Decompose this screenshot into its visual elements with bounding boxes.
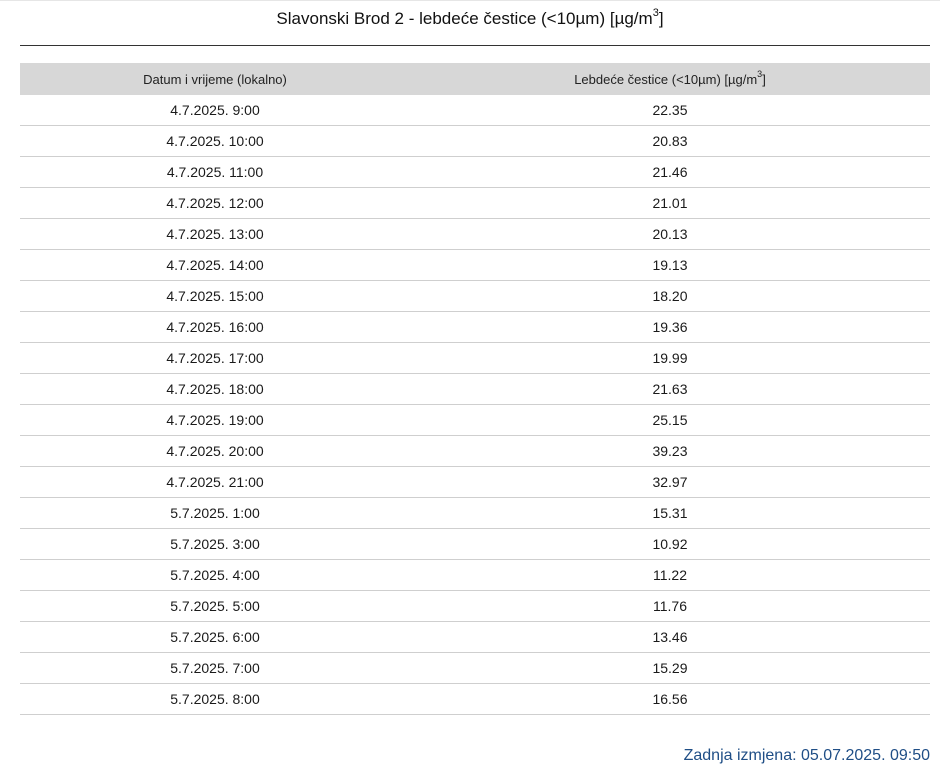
cell-time: 5.7.2025. 1:00	[20, 497, 410, 529]
column-header-value-text: Lebdeće čestice (<10µm) [µg/m	[574, 71, 758, 87]
cell-time: 4.7.2025. 10:00	[20, 125, 410, 157]
table-row: 4.7.2025. 18:00 21.63	[20, 373, 930, 405]
table-header-row: Datum i vrijeme (lokalno) Lebdeće čestic…	[20, 63, 930, 95]
cell-time: 5.7.2025. 4:00	[20, 559, 410, 591]
top-border	[0, 0, 940, 1]
column-header-time: Datum i vrijeme (lokalno)	[20, 63, 410, 95]
table-row: 4.7.2025. 16:00 19.36	[20, 311, 930, 343]
cell-time: 4.7.2025. 18:00	[20, 373, 410, 405]
cell-value: 13.46	[410, 621, 930, 653]
cell-time: 4.7.2025. 16:00	[20, 311, 410, 343]
column-header-value: Lebdeće čestice (<10µm) [µg/m3]	[410, 63, 930, 95]
table-row: 4.7.2025. 11:00 21.46	[20, 156, 930, 188]
cell-value: 25.15	[410, 404, 930, 436]
table-row: 4.7.2025. 10:00 20.83	[20, 125, 930, 157]
cell-time: 4.7.2025. 13:00	[20, 218, 410, 250]
cell-time: 4.7.2025. 17:00	[20, 342, 410, 374]
cell-value: 22.35	[410, 95, 930, 126]
table-row: 4.7.2025. 20:00 39.23	[20, 435, 930, 467]
table-row: 4.7.2025. 13:00 20.13	[20, 218, 930, 250]
cell-time: 4.7.2025. 15:00	[20, 280, 410, 312]
last-modified-label: Zadnja izmjena: 05.07.2025. 09:50	[683, 747, 930, 764]
cell-value: 11.22	[410, 559, 930, 591]
table-row: 5.7.2025. 5:00 11.76	[20, 590, 930, 622]
cell-value: 19.99	[410, 342, 930, 374]
table-row: 5.7.2025. 8:00 16.56	[20, 683, 930, 715]
title-divider	[20, 45, 930, 46]
cell-time: 5.7.2025. 6:00	[20, 621, 410, 653]
table-row: 5.7.2025. 6:00 13.46	[20, 621, 930, 653]
cell-time: 4.7.2025. 9:00	[20, 95, 410, 126]
cell-time: 4.7.2025. 21:00	[20, 466, 410, 498]
table-row: 5.7.2025. 4:00 11.22	[20, 559, 930, 591]
table-body: 4.7.2025. 9:00 22.35 4.7.2025. 10:00 20.83 4…	[20, 95, 930, 715]
cell-value: 32.97	[410, 466, 930, 498]
table-row: 4.7.2025. 12:00 21.01	[20, 187, 930, 219]
cell-value: 11.76	[410, 590, 930, 622]
cell-value: 16.56	[410, 683, 930, 715]
page-title-sup: 3	[652, 7, 659, 20]
table-row: 4.7.2025. 19:00 25.15	[20, 404, 930, 436]
cell-value: 15.31	[410, 497, 930, 529]
column-header-value-sup: 3	[757, 69, 763, 80]
cell-time: 4.7.2025. 19:00	[20, 404, 410, 436]
cell-value: 21.63	[410, 373, 930, 405]
cell-time: 5.7.2025. 8:00	[20, 683, 410, 715]
cell-time: 4.7.2025. 14:00	[20, 249, 410, 281]
page-title-text: Slavonski Brod 2 - lebdeće čestice (<10µ…	[276, 9, 653, 28]
cell-time: 4.7.2025. 20:00	[20, 435, 410, 467]
table-row: 4.7.2025. 15:00 18.20	[20, 280, 930, 312]
table-row: 5.7.2025. 7:00 15.29	[20, 652, 930, 684]
cell-time: 5.7.2025. 7:00	[20, 652, 410, 684]
cell-value: 15.29	[410, 652, 930, 684]
cell-value: 21.01	[410, 187, 930, 219]
table-row: 5.7.2025. 3:00 10.92	[20, 528, 930, 560]
cell-time: 4.7.2025. 12:00	[20, 187, 410, 219]
cell-value: 18.20	[410, 280, 930, 312]
cell-time: 4.7.2025. 11:00	[20, 156, 410, 188]
cell-time: 5.7.2025. 3:00	[20, 528, 410, 560]
table-row: 5.7.2025. 1:00 15.31	[20, 497, 930, 529]
page-title-suffix: ]	[658, 9, 664, 28]
table-row: 4.7.2025. 14:00 19.13	[20, 249, 930, 281]
cell-value: 20.83	[410, 125, 930, 157]
column-header-value-suffix: ]	[762, 71, 766, 87]
cell-value: 39.23	[410, 435, 930, 467]
table-row: 4.7.2025. 17:00 19.99	[20, 342, 930, 374]
cell-value: 10.92	[410, 528, 930, 560]
cell-value: 19.36	[410, 311, 930, 343]
page-title: Slavonski Brod 2 - lebdeće čestice (<10µ…	[0, 8, 940, 30]
cell-value: 21.46	[410, 156, 930, 188]
cell-time: 5.7.2025. 5:00	[20, 590, 410, 622]
table-row: 4.7.2025. 9:00 22.35	[20, 95, 930, 126]
cell-value: 19.13	[410, 249, 930, 281]
cell-value: 20.13	[410, 218, 930, 250]
table-row: 4.7.2025. 21:00 32.97	[20, 466, 930, 498]
measurements-table: Datum i vrijeme (lokalno) Lebdeće čestic…	[20, 63, 930, 715]
